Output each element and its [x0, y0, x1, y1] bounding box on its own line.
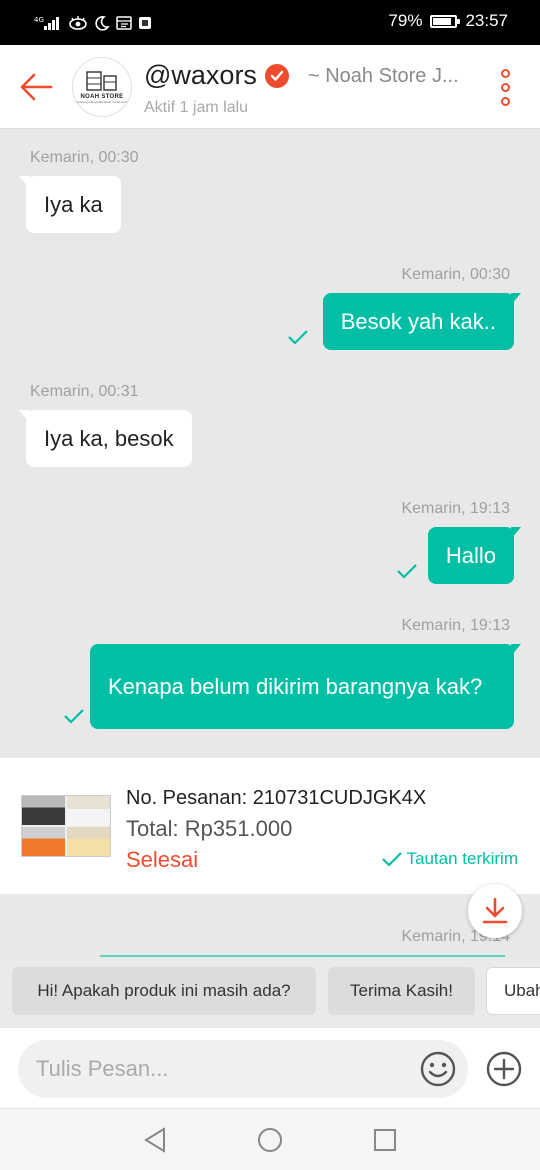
outgoing-message[interactable]: Besok yah kak.. — [322, 293, 522, 350]
status-bar: 4G 79% 23:57 — [0, 0, 540, 45]
message-input[interactable] — [36, 1040, 416, 1098]
status-right: 79% 23:57 — [388, 11, 508, 31]
check-icon — [288, 330, 308, 345]
outgoing-message[interactable]: Hallo — [427, 527, 522, 584]
nav-recent-icon — [374, 1129, 396, 1151]
nav-back-icon — [144, 1127, 165, 1153]
more-vertical-dot — [500, 96, 510, 106]
order-status: Selesai — [126, 847, 199, 872]
clock: 23:57 — [465, 11, 508, 30]
outgoing-message[interactable]: Kenapa belum dikirim barangnya kak? — [90, 644, 521, 729]
check-icon — [397, 564, 417, 579]
system-navigation-bar — [0, 1108, 540, 1170]
store-logo-icon — [86, 71, 117, 91]
message-input-container[interactable] — [18, 1040, 468, 1098]
status-icons: 4G — [34, 12, 152, 34]
incoming-message[interactable]: Iya ka — [19, 176, 121, 233]
order-card[interactable]: No. Pesanan: 210731CUDJGK4X Total: Rp351… — [0, 758, 540, 894]
outgoing-message-partial — [100, 955, 505, 957]
message-timestamp: Kemarin, 19:13 — [401, 500, 510, 517]
incoming-message[interactable]: Iya ka, besok — [19, 410, 192, 467]
nav-home-button[interactable] — [255, 1125, 285, 1155]
message-timestamp: Kemarin, 00:30 — [401, 266, 510, 283]
back-arrow-icon — [20, 73, 53, 101]
network-type-label: 4G — [34, 16, 44, 24]
chat-header: NOAH STORE Tempat gudang kebutuhan rumah… — [0, 45, 540, 129]
moon-icon — [95, 16, 110, 31]
nav-home-icon — [258, 1128, 282, 1152]
message-composer — [0, 1028, 540, 1108]
more-vertical-icon — [500, 68, 510, 78]
battery-percent: 79% — [388, 11, 423, 30]
message-timestamp: Kemarin, 00:31 — [30, 383, 139, 400]
avatar-tagline: Tempat gudang kebutuhan rumah anda — [75, 100, 129, 104]
nav-back-button[interactable] — [140, 1125, 170, 1155]
active-status: Aktif 1 jam lalu — [144, 99, 249, 116]
order-product-image — [21, 795, 111, 857]
message-text: Kenapa belum dikirim barangnya kak? — [108, 673, 483, 699]
message-timestamp: Kemarin, 19:13 — [401, 617, 510, 634]
plus-icon[interactable] — [485, 1050, 523, 1088]
store-name[interactable]: ~ Noah Store J... — [308, 65, 466, 88]
check-icon — [381, 852, 402, 867]
signal-icon: 4G — [34, 16, 59, 30]
quick-reply-item[interactable]: Terima Kasih! — [328, 967, 475, 1015]
scroll-to-bottom-button[interactable] — [468, 884, 522, 938]
message-text: Iya ka, besok — [44, 425, 174, 451]
link-sent-label: Tautan terkirim — [406, 849, 518, 868]
scroll-down-icon — [482, 897, 508, 924]
message-text: Besok yah kak.. — [340, 308, 496, 334]
quick-reply-item[interactable]: Ubah — [486, 967, 540, 1015]
check-icon — [64, 709, 84, 724]
chat-username: @waxors — [144, 60, 257, 90]
nav-recent-button[interactable] — [370, 1125, 400, 1155]
notification-card-icon — [116, 16, 132, 30]
message-timestamp: Kemarin, 00:30 — [30, 149, 139, 166]
order-total: Total: Rp351.000 — [126, 816, 293, 841]
chat-messages[interactable]: Kemarin, 00:30 Iya ka Kemarin, 00:30 Bes… — [0, 130, 540, 758]
order-number: No. Pesanan: 210731CUDJGK4X — [126, 787, 427, 809]
emoji-icon[interactable] — [419, 1050, 457, 1088]
more-vertical-dot — [500, 82, 510, 92]
quick-reply-item[interactable]: Hi! Apakah produk ini masih ada? — [12, 967, 316, 1015]
avatar[interactable]: NOAH STORE Tempat gudang kebutuhan rumah… — [72, 57, 132, 117]
shopee-notification-icon — [139, 17, 151, 29]
eye-comfort-icon — [69, 16, 87, 30]
quick-replies[interactable]: Hi! Apakah produk ini masih ada? Terima … — [0, 958, 540, 1028]
back-button[interactable] — [16, 67, 56, 107]
username-row[interactable]: @waxors — [144, 60, 289, 91]
more-options-button[interactable] — [494, 67, 516, 107]
message-text: Hallo — [445, 542, 496, 568]
message-text: Iya ka — [44, 191, 103, 217]
verified-icon — [264, 63, 289, 88]
link-sent-status: Tautan terkirim — [381, 849, 518, 869]
battery-icon — [430, 14, 461, 28]
